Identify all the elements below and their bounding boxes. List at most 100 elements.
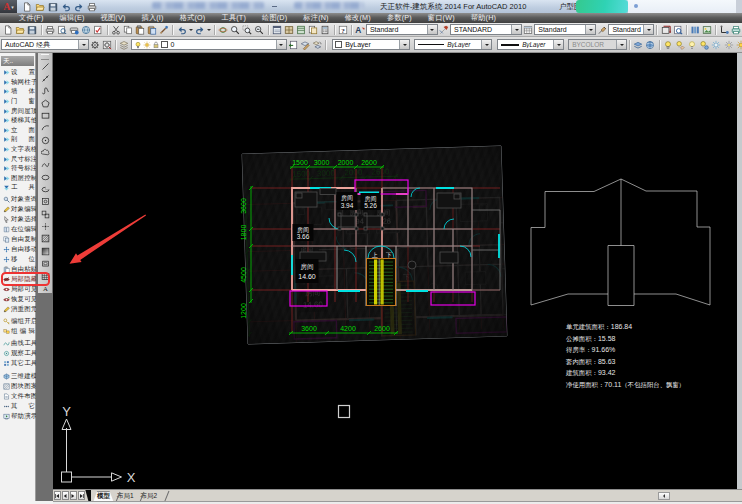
mleader-style-combo[interactable]: Standard bbox=[608, 24, 654, 35]
plot-button[interactable] bbox=[44, 24, 56, 36]
palette-item[interactable]: 立 面 bbox=[0, 126, 35, 136]
dim-style-icon[interactable] bbox=[438, 24, 450, 36]
rectangle-button[interactable] bbox=[39, 109, 52, 121]
menu-item[interactable]: 帮助(H) bbox=[471, 13, 496, 23]
qat-new-button[interactable] bbox=[21, 1, 33, 12]
gradient-button[interactable] bbox=[39, 245, 52, 257]
mleader-style-icon[interactable] bbox=[596, 24, 608, 36]
paste-special-button[interactable] bbox=[146, 24, 158, 36]
revcloud-button[interactable] bbox=[39, 146, 52, 158]
dim-style-combo[interactable]: STANDARD bbox=[450, 24, 522, 35]
palette-item[interactable]: 其 它 bbox=[0, 401, 35, 411]
orbit-button[interactable] bbox=[217, 24, 229, 36]
layer-thaw-all-button[interactable] bbox=[722, 39, 734, 51]
layer-on-button[interactable] bbox=[662, 39, 674, 51]
layer-isolate-button[interactable] bbox=[698, 39, 710, 51]
vertical-scrollbar[interactable] bbox=[737, 53, 742, 489]
palette-item[interactable]: 墙 体 bbox=[0, 87, 35, 97]
color-combo[interactable]: ByLayer bbox=[332, 39, 410, 50]
cut-button[interactable] bbox=[110, 24, 122, 36]
zoom-window-button[interactable] bbox=[241, 24, 253, 36]
palette-item[interactable]: 在位编辑 bbox=[0, 224, 35, 234]
make-block-button[interactable] bbox=[39, 208, 52, 220]
chevron-down-icon[interactable] bbox=[78, 40, 88, 49]
zoom-previous-button[interactable] bbox=[253, 24, 265, 36]
sheet-set-button[interactable] bbox=[307, 24, 319, 36]
menu-item[interactable]: 工具(T) bbox=[221, 13, 246, 23]
palette-item[interactable]: 组 编 辑 bbox=[0, 326, 35, 336]
palette-item[interactable]: 剖 面 bbox=[0, 135, 35, 145]
table-style-combo[interactable]: Standard bbox=[534, 24, 596, 35]
menu-item[interactable]: 编辑(E) bbox=[60, 13, 85, 23]
palette-item[interactable]: 尺寸标注 bbox=[0, 154, 35, 164]
workspace-combo[interactable]: AutoCAD 经典 bbox=[1, 39, 89, 50]
save-button[interactable] bbox=[26, 24, 38, 36]
polygon-button[interactable] bbox=[39, 97, 52, 109]
plot-teal-button[interactable] bbox=[730, 24, 742, 36]
text-style-combo[interactable]: Standard bbox=[366, 24, 438, 35]
palette-item[interactable]: 自由复制 bbox=[0, 234, 35, 244]
palette-item[interactable]: 房间屋顶 bbox=[0, 106, 35, 116]
last-tab-button[interactable] bbox=[78, 491, 86, 500]
tool-palettes-button[interactable] bbox=[295, 24, 307, 36]
copy-button[interactable] bbox=[122, 24, 134, 36]
palette-item[interactable]: 移 位 bbox=[0, 254, 35, 264]
chevron-down-icon[interactable] bbox=[511, 25, 521, 34]
palette-item[interactable]: 曲线工具 bbox=[0, 338, 35, 348]
menu-item[interactable]: 视图(V) bbox=[101, 13, 126, 23]
image-button[interactable] bbox=[701, 24, 713, 36]
layout-tab[interactable]: 布局1 bbox=[113, 491, 137, 502]
menu-item[interactable]: 标注(N) bbox=[303, 13, 328, 23]
layout-tab[interactable]: 模型 bbox=[93, 491, 113, 502]
lineweight-combo[interactable]: ByLayer bbox=[497, 39, 564, 50]
palette-title[interactable]: 天.. bbox=[1, 56, 34, 66]
layer-previous-button[interactable] bbox=[287, 39, 299, 51]
palette-item[interactable]: 楼梯其他 bbox=[0, 116, 35, 126]
redo-button[interactable] bbox=[194, 24, 206, 36]
palette-item[interactable]: 对象编辑 bbox=[0, 204, 35, 214]
chevron-down-icon[interactable] bbox=[276, 40, 286, 49]
palette-item[interactable]: 文字表格 bbox=[0, 145, 35, 155]
palette-item[interactable]: 工 具 bbox=[0, 183, 35, 193]
chevron-down-icon[interactable] bbox=[585, 25, 595, 34]
palette-item[interactable]: 图块图案 bbox=[0, 381, 35, 391]
view-document-button[interactable] bbox=[672, 24, 684, 36]
palette-item[interactable]: 恢复可见 bbox=[0, 294, 35, 304]
polyline-button[interactable] bbox=[39, 85, 52, 97]
layer-match-button[interactable] bbox=[311, 39, 323, 51]
chevron-down-icon[interactable] bbox=[399, 40, 409, 49]
layer-unfreeze-button[interactable] bbox=[735, 39, 742, 51]
layer-dim-button[interactable] bbox=[686, 39, 698, 51]
undo-button[interactable] bbox=[175, 24, 187, 36]
chevron-down-icon[interactable] bbox=[427, 25, 437, 34]
drawing-canvas[interactable]: 1500 3000 2000 2600 3600 1800 4500 1200 … bbox=[53, 53, 737, 489]
palette-item[interactable]: 符号标注 bbox=[0, 164, 35, 174]
table-style-icon[interactable] bbox=[522, 24, 534, 36]
workspace-save-button[interactable] bbox=[101, 39, 113, 51]
arc-button[interactable] bbox=[39, 122, 52, 134]
palette-item[interactable]: 对象选择 bbox=[0, 214, 35, 224]
insert-block-button[interactable] bbox=[39, 196, 52, 208]
chevron-down-icon[interactable] bbox=[553, 40, 563, 49]
chevron-down-icon[interactable] bbox=[616, 40, 626, 49]
qat-plot-button[interactable] bbox=[86, 1, 98, 12]
ellipse-arc-button[interactable] bbox=[39, 183, 52, 195]
palette-item[interactable]: 对象查询 bbox=[0, 194, 35, 204]
spline-button[interactable] bbox=[39, 159, 52, 171]
properties-button[interactable] bbox=[271, 24, 283, 36]
ellipse-button[interactable] bbox=[39, 171, 52, 183]
next-tab-button[interactable] bbox=[70, 491, 78, 500]
coordinates-button[interactable] bbox=[718, 24, 730, 36]
regen-button[interactable] bbox=[659, 24, 671, 36]
previous-tab-button[interactable] bbox=[62, 491, 70, 500]
qat-undo-button[interactable] bbox=[60, 1, 72, 12]
autocad-menu-button[interactable]: A▾ bbox=[0, 0, 17, 13]
layer-globe-button[interactable] bbox=[644, 39, 656, 51]
open-button[interactable] bbox=[14, 24, 26, 36]
palette-item[interactable]: 编组开启 bbox=[0, 316, 35, 326]
quick-calc-button[interactable] bbox=[319, 24, 331, 36]
palette-item[interactable]: 自由移动 bbox=[0, 244, 35, 254]
chevron-down-icon[interactable] bbox=[481, 40, 491, 49]
menu-item[interactable]: 参数(P) bbox=[387, 13, 412, 23]
text-style-icon[interactable] bbox=[354, 24, 366, 36]
